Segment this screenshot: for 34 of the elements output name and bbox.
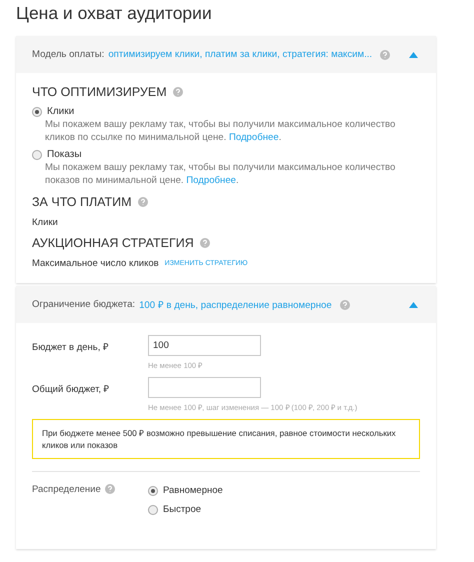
option-description: Мы покажем вашу рекламу так, чтобы вы получили максимальное количество кликов по ссылке по минимальной цене. Подробнее. [45,119,396,144]
section-heading: ЧТО ОПТИМИЗИРУЕМ [32,84,167,101]
radio-button[interactable] [148,486,158,496]
input-field[interactable] [148,377,261,398]
warning-note: При бюджете менее 500 ₽ возможно превышение списания, равное стоимости нескольких кликов или показов [32,419,420,459]
pay-for-value: Клики [32,217,59,228]
radio-label[interactable]: Клики [47,105,74,119]
radio-button[interactable] [148,505,158,515]
collapse-caret-icon[interactable] [409,52,418,58]
section-header[interactable]: Модель оплаты: оптимизируем клики, платим за клики, стратегия: максим... [16,36,436,73]
page-title: Цена и охват аудитории [16,2,213,25]
collapse-caret-icon[interactable] [409,302,418,308]
option-description: Мы покажем вашу рекламу так, чтобы вы получили максимальное количество показов по минимальной цене. Подробнее. [45,162,396,187]
input-field[interactable]: 100 [148,335,261,356]
help-icon[interactable] [138,197,148,207]
section-heading: АУКЦИОННАЯ СТРАТЕГИЯ [32,235,194,252]
radio-label[interactable]: Быстрое [163,503,202,517]
radio-button[interactable] [32,150,42,160]
header-label: Модель оплаты: [32,49,104,60]
help-icon[interactable] [200,238,210,248]
field-label: Общий бюджет, ₽ [32,383,111,397]
radio-label[interactable]: Равномерное [163,484,223,498]
radio-label[interactable]: Показы [47,148,82,162]
help-icon[interactable] [104,484,115,494]
help-icon[interactable] [172,87,183,97]
strategy-value: Максимальное число кликов [32,258,159,269]
field-label: Бюджет в день, ₽ [32,341,110,355]
help-icon[interactable] [340,300,350,310]
header-label: Ограничение бюджета: [32,299,136,310]
help-icon[interactable] [380,50,390,60]
section-header[interactable]: Ограничение бюджета: 100 ₽ в день, распределение равномерное [16,286,436,323]
section-heading: ЗА ЧТО ПЛАТИМ [32,194,132,211]
field-label: Распределение [32,484,101,495]
radio-button[interactable] [32,107,42,117]
